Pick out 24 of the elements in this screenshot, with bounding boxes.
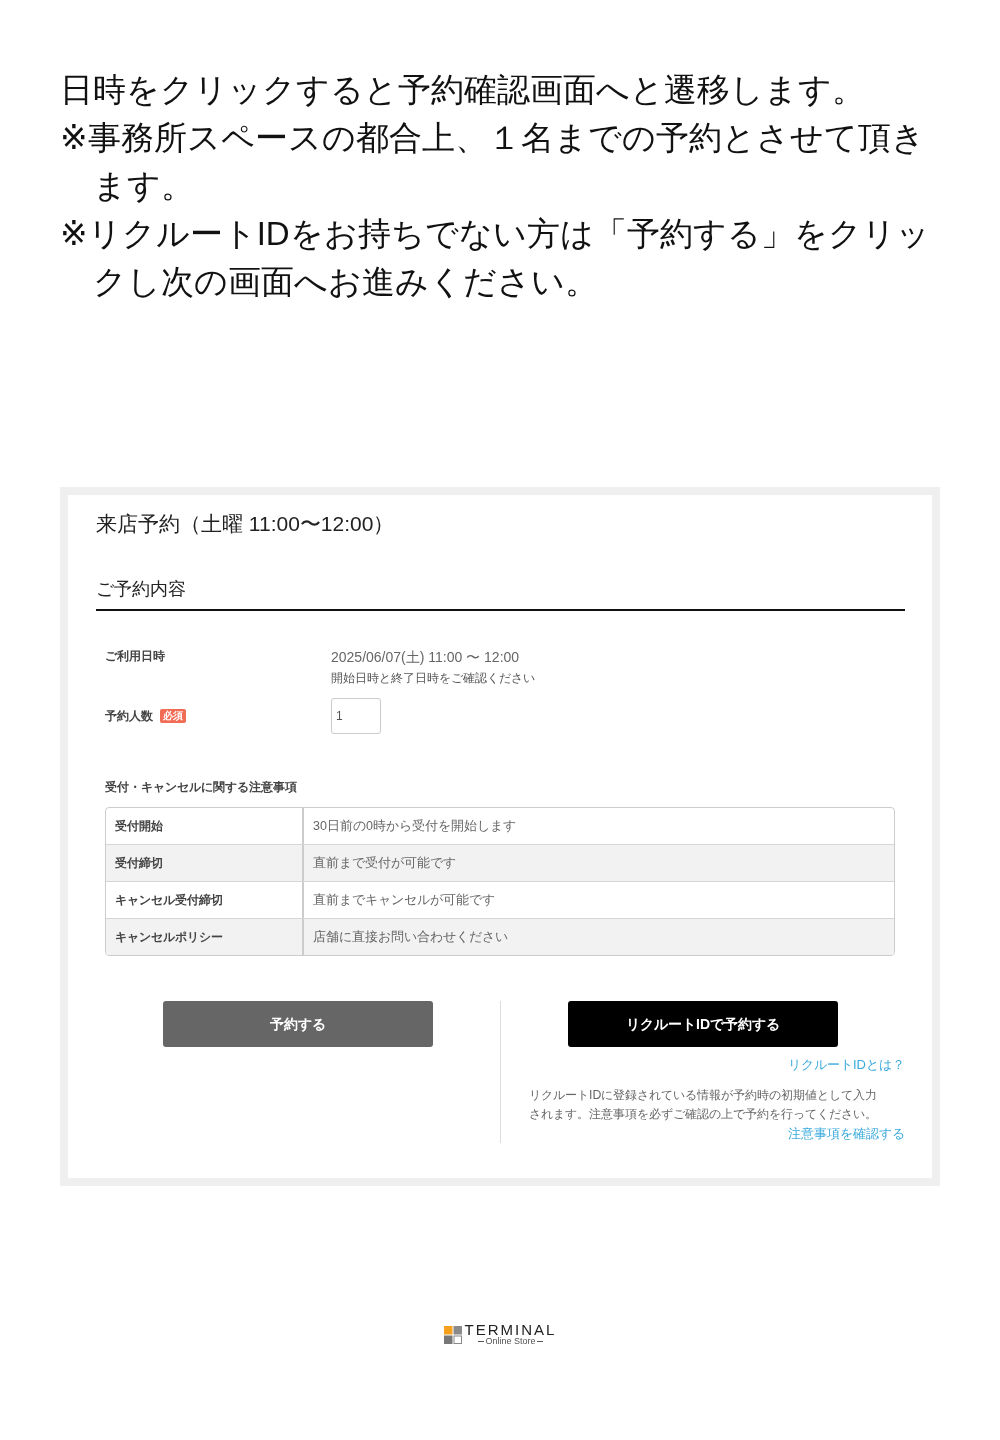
logo-squares-icon bbox=[443, 1325, 462, 1344]
note-text: ※リクルートIDをお持ちでない方は「予約する」をクリックし次の画面へお進みください。 bbox=[60, 214, 931, 302]
required-badge: 必須 bbox=[160, 709, 186, 723]
description-text: リクルートIDに登録されている情報が予約時の初期値として入力されます。注意事項を必ずご確認の上で予約を行ってください。 bbox=[529, 1087, 879, 1123]
logo-wordmark: TERMINAL bbox=[464, 1323, 557, 1337]
hint-text: 開始日時と終了日時をご確認ください bbox=[331, 670, 535, 686]
table-header-cell: 受付締切 bbox=[106, 845, 304, 881]
notes-heading: 受付・キャンセルに関する注意事項 bbox=[105, 779, 298, 796]
booking-title: 来店予約（土曜 11:00〜12:00） bbox=[96, 511, 396, 537]
reserve-button[interactable]: 予約する bbox=[163, 1001, 433, 1047]
instruction-text: 日時をクリックすると予約確認画面へと遷移します。 bbox=[60, 70, 866, 110]
field-label: 予約人数 bbox=[105, 708, 153, 725]
table-header-cell: キャンセルポリシー bbox=[106, 919, 304, 955]
date-time-value: 2025/06/07(土) 11:00 〜 12:00 bbox=[331, 648, 521, 667]
section-heading: ご予約内容 bbox=[96, 576, 905, 611]
field-label: ご利用日時 bbox=[105, 648, 165, 665]
table-cell-text: 直前までキャンセルが可能です bbox=[312, 892, 496, 909]
recruit-id-reserve-button[interactable]: リクルートIDで予約する bbox=[568, 1001, 838, 1047]
table-cell-text: 店舗に直接お問い合わせください bbox=[312, 929, 509, 946]
note-text: ※事務所スペースの都合上、１名までの予約とさせて頂きます。 bbox=[60, 118, 926, 206]
people-count-input[interactable]: 1 bbox=[331, 698, 381, 734]
logo-tagline: Online Store bbox=[478, 1337, 543, 1346]
table-cell-text: 直前まで受付が可能です bbox=[312, 855, 457, 872]
table-cell-text: 30日前の0時から受付を開始します bbox=[312, 818, 517, 835]
